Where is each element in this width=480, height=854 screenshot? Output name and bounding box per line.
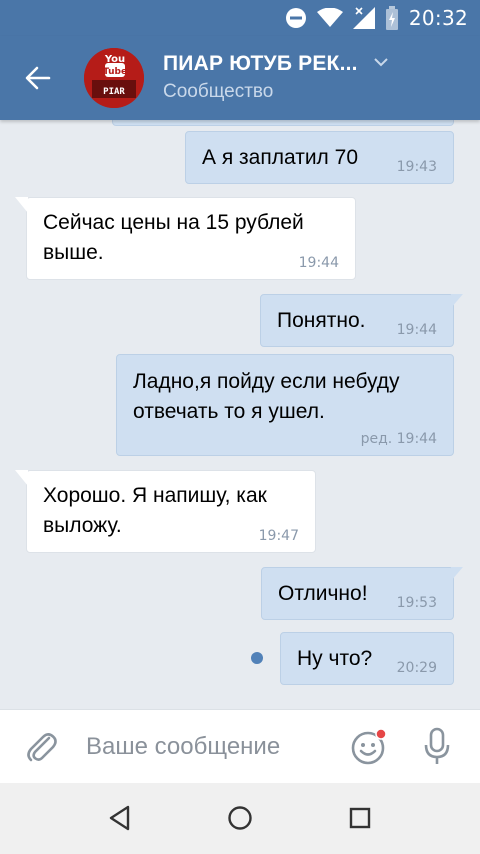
nav-home-button[interactable] xyxy=(225,803,255,833)
signal-icon xyxy=(352,7,375,29)
message-composer xyxy=(0,709,480,783)
nav-back-icon xyxy=(109,805,130,831)
nav-recents-button[interactable] xyxy=(345,803,375,833)
back-arrow-icon xyxy=(25,66,51,90)
message-text: Ну что? xyxy=(297,647,373,670)
message-list[interactable]: А я заплатил 70 19:43 Сейчас цены на 15 … xyxy=(0,120,480,708)
message-bubble-incoming[interactable]: Сейчас цены на 15 рублей выше. 19:44 xyxy=(15,197,356,280)
message-bubble-incoming[interactable]: Хорошо. Я напишу, как выложу. 19:47 xyxy=(15,470,316,553)
chat-title[interactable]: ПИАР ЮТУБ РЕК... xyxy=(163,52,388,76)
avatar-text-you: You xyxy=(104,54,125,65)
attach-icon xyxy=(27,733,57,762)
nav-home-icon xyxy=(228,806,252,830)
bubble-tail xyxy=(451,567,463,581)
chevron-down-icon[interactable] xyxy=(373,57,388,67)
bubble-tail xyxy=(15,197,28,213)
system-nav-bar xyxy=(0,783,480,854)
message-text: А я заплатил 70 xyxy=(202,146,358,169)
chat-header: You Tube PIAR ПИАР ЮТУБ РЕК... Сообществ… xyxy=(0,36,480,120)
message-time: 19:44 xyxy=(298,255,339,271)
message-time: 19:53 xyxy=(396,595,437,611)
status-icons: 20:32 xyxy=(285,6,468,30)
message-bubble-outgoing[interactable]: Ладно,я пойду если небуду отвечать то я … xyxy=(116,354,454,456)
message-time: 20:29 xyxy=(396,660,437,676)
message-text: Отлично! xyxy=(278,582,368,605)
battery-icon xyxy=(385,6,398,30)
message-bubble-partial xyxy=(112,120,454,126)
message-time: 19:43 xyxy=(396,159,437,175)
message-time: 19:47 xyxy=(258,528,299,544)
avatar-text-tube: Tube xyxy=(103,67,127,77)
wifi-icon xyxy=(316,8,343,27)
youtube-logo-icon: You Tube PIAR xyxy=(84,48,144,108)
nav-recents-icon xyxy=(349,807,371,829)
message-time: ред. 19:44 xyxy=(360,431,437,447)
message-bubble-outgoing[interactable]: А я заплатил 70 19:43 xyxy=(185,131,454,184)
message-bubble-outgoing[interactable]: Понятно. 19:44 xyxy=(260,294,463,347)
message-bubble-outgoing[interactable]: Отлично! 19:53 xyxy=(261,567,463,620)
mic-icon xyxy=(424,727,450,764)
chat-title-text: ПИАР ЮТУБ РЕК... xyxy=(163,52,358,75)
message-text: Сейчас цены на 15 рублей выше. xyxy=(43,211,304,264)
attach-button[interactable] xyxy=(22,728,60,766)
message-text: Понятно. xyxy=(277,309,366,332)
chat-subtitle: Сообщество xyxy=(163,81,274,102)
avatar[interactable]: You Tube PIAR xyxy=(84,48,144,108)
emoji-button[interactable] xyxy=(350,728,388,766)
message-input[interactable] xyxy=(86,728,336,766)
emoji-icon xyxy=(351,728,387,765)
dnd-icon xyxy=(285,8,306,28)
message-text: Хорошо. Я напишу, как выложу. xyxy=(43,484,267,537)
back-button[interactable] xyxy=(18,58,58,98)
bubble-tail xyxy=(451,294,463,308)
unread-indicator-dot xyxy=(251,652,263,664)
status-bar: 20:32 xyxy=(0,0,480,36)
avatar-text-piar: PIAR xyxy=(103,87,125,97)
status-time: 20:32 xyxy=(408,6,468,30)
message-time: 19:44 xyxy=(396,322,437,338)
message-bubble-outgoing[interactable]: Ну что? 20:29 xyxy=(280,632,454,685)
nav-back-button[interactable] xyxy=(105,803,135,833)
mic-button[interactable] xyxy=(418,726,456,766)
message-text: Ладно,я пойду если небуду отвечать то я … xyxy=(133,370,400,423)
bubble-tail xyxy=(15,470,28,486)
